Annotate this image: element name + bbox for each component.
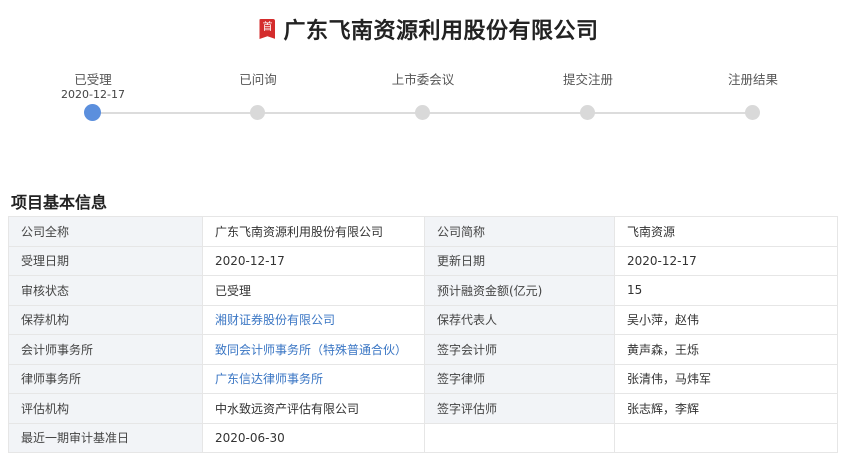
step-dot[interactable] <box>745 105 760 120</box>
info-value: 飞南资源 <box>614 216 838 247</box>
info-key: 签字会计师 <box>424 334 615 365</box>
info-key: 最近一期审计基准日 <box>8 422 203 453</box>
progress-steps: 已受理 2020-12-17 已问询 上市委会议 提交注册 注册结果 <box>0 72 850 132</box>
step-label: 注册结果 <box>727 72 778 87</box>
table-row: 最近一期审计基准日 2020-06-30 <box>8 422 838 453</box>
table-row: 律师事务所 广东信达律师事务所 签字律师 张清伟，马炜军 <box>8 363 838 394</box>
info-value: 2020-12-17 <box>202 245 425 276</box>
info-value: 中水致远资产评估有限公司 <box>202 393 425 424</box>
sponsor-link[interactable]: 湘财证券股份有限公司 <box>202 304 425 335</box>
step-date <box>693 88 813 102</box>
info-key: 签字律师 <box>424 363 615 394</box>
info-key: 公司简称 <box>424 216 615 247</box>
section-title: 项目基本信息 <box>11 193 108 212</box>
info-value: 2020-06-30 <box>202 422 425 453</box>
step-submit-registration[interactable]: 提交注册 <box>528 72 648 120</box>
step-date <box>198 88 318 102</box>
table-row: 受理日期 2020-12-17 更新日期 2020-12-17 <box>8 245 838 276</box>
info-empty-cell <box>424 422 615 453</box>
info-key: 会计师事务所 <box>8 334 203 365</box>
table-row: 会计师事务所 致同会计师事务所（特殊普通合伙） 签字会计师 黄声森，王烁 <box>8 334 838 365</box>
home-badge-icon[interactable]: 首 <box>259 19 276 39</box>
info-value: 广东飞南资源利用股份有限公司 <box>202 216 425 247</box>
step-dot[interactable] <box>250 105 265 120</box>
step-dot-active[interactable] <box>84 104 101 121</box>
step-label: 已受理 <box>74 72 112 87</box>
step-accepted[interactable]: 已受理 2020-12-17 <box>33 72 153 121</box>
accounting-firm-link[interactable]: 致同会计师事务所（特殊普通合伙） <box>202 334 425 365</box>
step-label: 已问询 <box>239 72 277 87</box>
table-row: 审核状态 已受理 预计融资金额(亿元) 15 <box>8 275 838 306</box>
step-registration-result[interactable]: 注册结果 <box>693 72 813 120</box>
info-key: 公司全称 <box>8 216 203 247</box>
project-info-table: 公司全称 广东飞南资源利用股份有限公司 公司简称 飞南资源 受理日期 2020-… <box>8 216 838 453</box>
step-date <box>363 88 483 102</box>
step-date <box>528 88 648 102</box>
info-key: 受理日期 <box>8 245 203 276</box>
info-value: 吴小萍，赵伟 <box>614 304 838 335</box>
info-key: 保荐机构 <box>8 304 203 335</box>
info-value: 张志辉，李辉 <box>614 393 838 424</box>
info-key: 更新日期 <box>424 245 615 276</box>
info-key: 评估机构 <box>8 393 203 424</box>
info-empty-cell <box>614 422 838 453</box>
info-value: 张清伟，马炜军 <box>614 363 838 394</box>
step-date: 2020-12-17 <box>61 88 125 101</box>
info-key: 签字评估师 <box>424 393 615 424</box>
info-key: 预计融资金额(亿元) <box>424 275 615 306</box>
company-title: 广东飞南资源利用股份有限公司 <box>283 19 599 44</box>
info-key: 保荐代表人 <box>424 304 615 335</box>
law-firm-link[interactable]: 广东信达律师事务所 <box>202 363 425 394</box>
step-label: 上市委会议 <box>391 72 455 87</box>
info-key: 律师事务所 <box>8 363 203 394</box>
step-label: 提交注册 <box>562 72 613 87</box>
info-value: 2020-12-17 <box>614 245 838 276</box>
info-value: 已受理 <box>202 275 425 306</box>
step-dot[interactable] <box>415 105 430 120</box>
info-key: 审核状态 <box>8 275 203 306</box>
info-value: 黄声森，王烁 <box>614 334 838 365</box>
table-row: 保荐机构 湘财证券股份有限公司 保荐代表人 吴小萍，赵伟 <box>8 304 838 335</box>
step-dot[interactable] <box>580 105 595 120</box>
page-header: 首 广东飞南资源利用股份有限公司 <box>0 13 850 45</box>
step-inquired[interactable]: 已问询 <box>198 72 318 120</box>
info-value: 15 <box>614 275 838 306</box>
table-row: 公司全称 广东飞南资源利用股份有限公司 公司简称 飞南资源 <box>8 216 838 247</box>
table-row: 评估机构 中水致远资产评估有限公司 签字评估师 张志辉，李辉 <box>8 393 838 424</box>
step-listing-committee[interactable]: 上市委会议 <box>363 72 483 120</box>
